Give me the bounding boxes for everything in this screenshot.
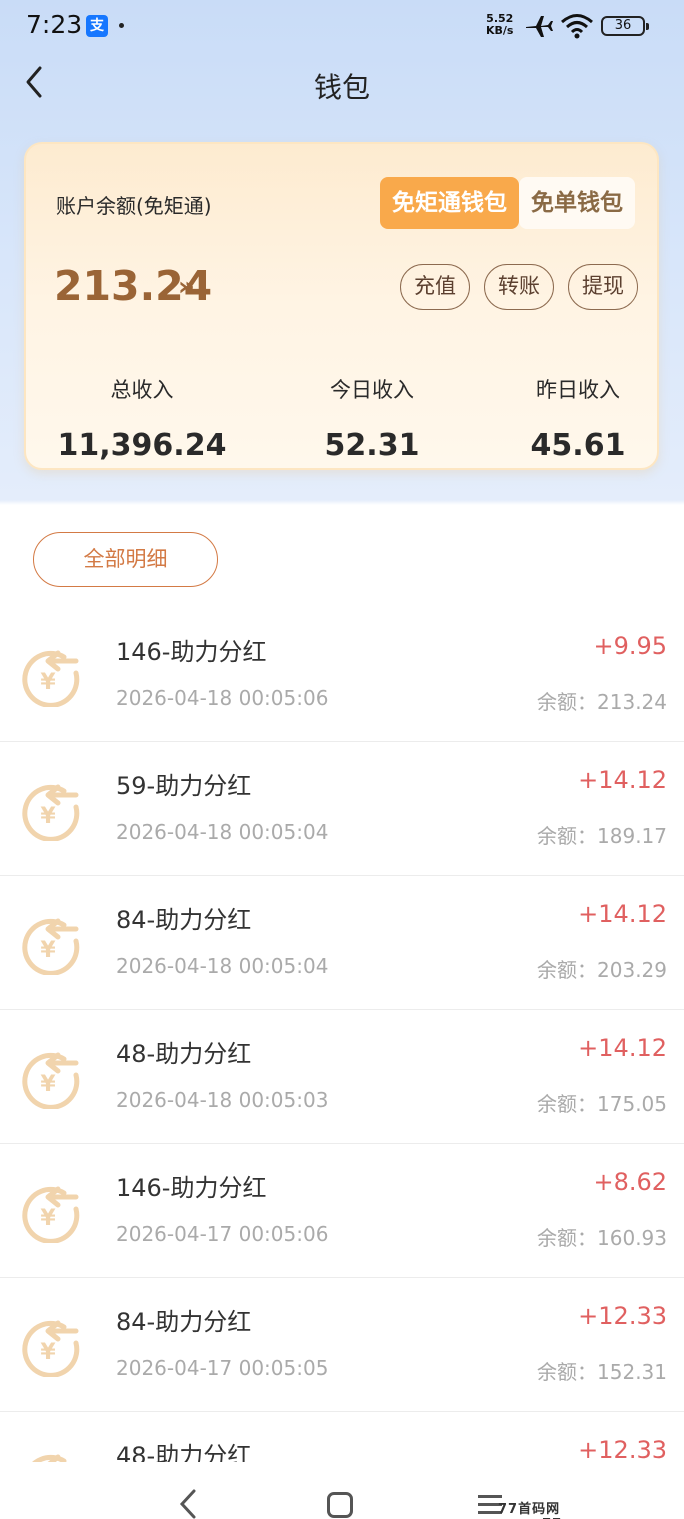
stat-value: 11,396.24	[57, 428, 227, 463]
tab-free-order-wallet[interactable]: 免单钱包	[519, 177, 635, 229]
transaction-title: 48-助力分红	[116, 1040, 252, 1068]
transaction-row[interactable]: ¥146-助力分红 2026-04-18 00:05:06 +9.95 余额：213.…	[0, 608, 684, 742]
svg-text:¥: ¥	[40, 804, 56, 829]
stat-label: 总收入	[110, 378, 174, 402]
recharge-button[interactable]: 充值	[400, 264, 470, 310]
transaction-title: 84-助力分红	[116, 1308, 252, 1336]
wallet-card: 账户余额(免矩通) 免矩通钱包 免单钱包 213.24 » 充值 转账 提现 总…	[24, 142, 659, 470]
transaction-title: 146-助力分红	[116, 638, 267, 666]
status-bar: 7:23 支 5.52 KB/s 36	[0, 0, 684, 52]
yuan-refund-icon: ¥	[18, 643, 82, 708]
transaction-amount: +14.12	[578, 900, 667, 928]
transaction-balance: 余额：160.93	[537, 1222, 667, 1251]
nav-back-icon[interactable]	[176, 1488, 200, 1519]
net-speed: 5.52 KB/s	[486, 13, 513, 37]
stat-value: 52.31	[324, 428, 420, 463]
transaction-date: 2026-04-17 00:05:06	[116, 1222, 329, 1246]
balance-value: 160.93	[597, 1226, 667, 1250]
transaction-row[interactable]: ¥84-助力分红 2026-04-17 00:05:05 +12.33 余额：152.…	[0, 1278, 684, 1412]
transaction-date: 2026-04-18 00:05:04	[116, 820, 329, 844]
stat-today-income: 今日收入 52.31	[272, 374, 472, 463]
balance-prefix: 余额：	[537, 824, 598, 848]
balance-value: 189.17	[597, 824, 667, 848]
alipay-icon: 支	[86, 15, 108, 37]
yuan-refund-icon: ¥	[18, 1045, 82, 1110]
stat-label: 今日收入	[330, 378, 414, 402]
svg-text:¥: ¥	[40, 1072, 56, 1097]
transaction-amount: +14.12	[578, 1034, 667, 1062]
transaction-title: 84-助力分红	[116, 906, 252, 934]
yuan-refund-icon: ¥	[18, 1313, 82, 1378]
svg-text:¥: ¥	[40, 1340, 56, 1365]
transaction-row[interactable]: ¥146-助力分红 2026-04-17 00:05:06 +8.62 余额：160.…	[0, 1144, 684, 1278]
stat-value: 45.61	[530, 428, 626, 463]
all-details-filter-button[interactable]: 全部明细	[33, 532, 218, 587]
transaction-balance: 余额：175.05	[537, 1088, 667, 1117]
transfer-button[interactable]: 转账	[484, 264, 554, 310]
transaction-title: 59-助力分红	[116, 772, 252, 800]
transaction-amount: +9.95	[593, 632, 667, 660]
balance-prefix: 余额：	[537, 690, 598, 714]
balance-value: 213.24	[597, 690, 667, 714]
stat-total-income: 总收入 11,396.24	[42, 374, 242, 463]
balance-label: 账户余额(免矩通)	[56, 194, 212, 218]
tab-mianjutong-wallet[interactable]: 免矩通钱包	[380, 177, 519, 229]
balance-prefix: 余额：	[537, 958, 598, 982]
status-time: 7:23	[26, 10, 83, 39]
watermark: 77首码网 www.77smw.com	[498, 1502, 636, 1519]
battery-icon: 36	[601, 16, 649, 36]
transaction-date: 2026-04-18 00:05:04	[116, 954, 329, 978]
balance-prefix: 余额：	[537, 1226, 598, 1250]
airplane-icon	[526, 16, 553, 37]
wifi-icon	[561, 14, 593, 39]
yuan-refund-icon: ¥	[18, 911, 82, 976]
svg-text:¥: ¥	[40, 1206, 56, 1231]
system-nav-bar: 77首码网 www.77smw.com	[0, 1462, 684, 1519]
transaction-date: 2026-04-17 00:05:05	[116, 1356, 329, 1380]
balance-value: 203.29	[597, 958, 667, 982]
transaction-amount: +12.33	[578, 1302, 667, 1330]
yuan-refund-icon: ¥	[18, 1179, 82, 1244]
balance-prefix: 余额：	[537, 1360, 598, 1384]
transaction-date: 2026-04-18 00:05:03	[116, 1088, 329, 1112]
svg-text:¥: ¥	[40, 670, 56, 695]
transaction-date: 2026-04-18 00:05:06	[116, 686, 329, 710]
transaction-balance: 余额：203.29	[537, 954, 667, 983]
svg-text:¥: ¥	[40, 938, 56, 963]
nav-home-icon[interactable]	[327, 1492, 353, 1518]
balance-prefix: 余额：	[537, 1092, 598, 1116]
net-speed-unit: KB/s	[486, 24, 514, 37]
transaction-amount: +8.62	[593, 1168, 667, 1196]
transaction-sheet: 全部明细 ¥146-助力分红 2026-04-18 00:05:06 +9.95 余额…	[0, 505, 684, 1519]
stat-label: 昨日收入	[536, 378, 620, 402]
stat-yesterday-income: 昨日收入 45.61	[478, 374, 678, 463]
wallet-tabs: 免矩通钱包 免单钱包	[380, 177, 635, 229]
notification-dot-icon	[119, 23, 124, 28]
transaction-title: 146-助力分红	[116, 1174, 267, 1202]
transaction-balance: 余额：213.24	[537, 686, 667, 715]
page-title: 钱包	[313, 71, 370, 104]
transaction-row[interactable]: ¥59-助力分红 2026-04-18 00:05:04 +14.12 余额：189.…	[0, 742, 684, 876]
transaction-balance: 余额：189.17	[537, 820, 667, 849]
transaction-balance: 余额：152.31	[537, 1356, 667, 1385]
transaction-amount: +14.12	[578, 766, 667, 794]
balance-value: 175.05	[597, 1092, 667, 1116]
yuan-refund-icon: ¥	[18, 777, 82, 842]
balance-value: 152.31	[597, 1360, 667, 1384]
double-chevron-right-icon[interactable]: »	[178, 272, 195, 302]
transaction-row[interactable]: ¥84-助力分红 2026-04-18 00:05:04 +14.12 余额：203.…	[0, 876, 684, 1010]
withdraw-button[interactable]: 提现	[568, 264, 638, 310]
transaction-amount: +12.33	[578, 1436, 667, 1464]
transaction-row[interactable]: ¥48-助力分红 2026-04-18 00:05:03 +14.12 余额：175.…	[0, 1010, 684, 1144]
